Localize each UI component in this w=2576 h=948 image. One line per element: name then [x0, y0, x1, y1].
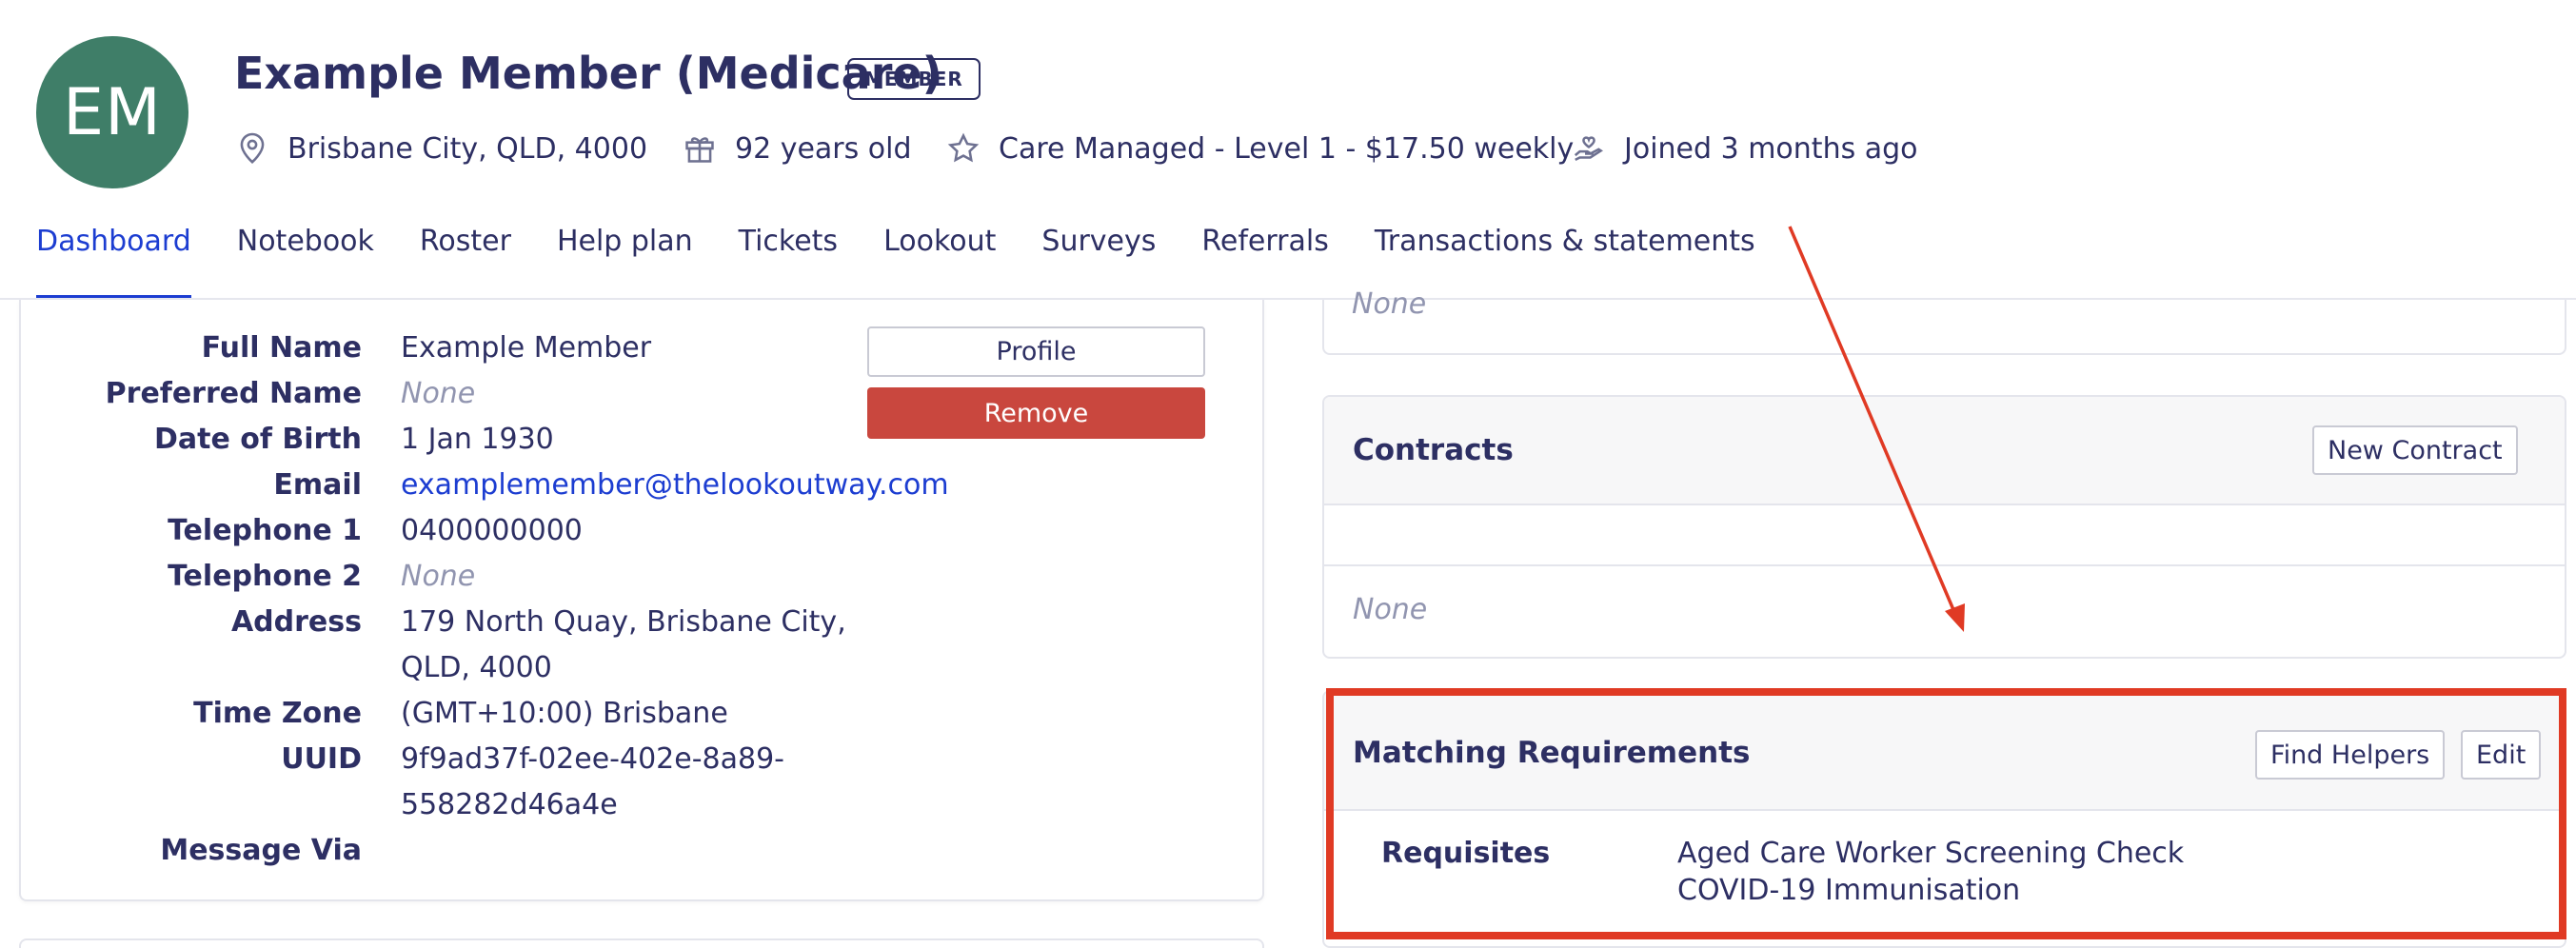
tab-tickets[interactable]: Tickets: [739, 217, 838, 299]
tab-help-plan[interactable]: Help plan: [557, 217, 693, 299]
message-via-label: Message Via: [160, 834, 362, 867]
remove-button[interactable]: Remove: [867, 387, 1205, 439]
hand-heart-icon: [1574, 136, 1603, 162]
edit-button[interactable]: Edit: [2461, 730, 2542, 780]
location-text: Brisbane City, QLD, 4000: [287, 131, 648, 166]
age-text: 92 years old: [735, 131, 912, 166]
full-name-label: Full Name: [201, 331, 362, 365]
telephone-2-value: None: [401, 560, 476, 593]
tab-dashboard[interactable]: Dashboard: [36, 217, 191, 299]
profile-button[interactable]: Profile: [867, 326, 1205, 377]
new-contract-button[interactable]: New Contract: [2312, 425, 2518, 475]
contracts-header: Contracts New Contract: [1324, 397, 2565, 505]
dob-value: 1 Jan 1930: [401, 423, 554, 456]
requisite-item: COVID-19 Immunisation: [1677, 874, 2021, 907]
next-card-edge: [19, 938, 1264, 948]
meta-age: 92 years old: [682, 128, 912, 169]
email-label: Email: [273, 468, 362, 502]
dob-label: Date of Birth: [153, 423, 362, 456]
tab-lookout[interactable]: Lookout: [883, 217, 996, 299]
joined-text: Joined 3 months ago: [1624, 131, 1918, 166]
member-badge: MEMBER: [847, 58, 981, 100]
preferred-name-label: Preferred Name: [105, 377, 362, 410]
tab-roster[interactable]: Roster: [420, 217, 511, 299]
contracts-card: Contracts New Contract None: [1322, 395, 2566, 659]
address-line-2: QLD, 4000: [401, 651, 552, 684]
tab-referrals[interactable]: Referrals: [1201, 217, 1328, 299]
full-name-value: Example Member: [401, 331, 652, 365]
requisites-label: Requisites: [1381, 837, 1551, 870]
previous-card: [1322, 300, 2566, 355]
uuid-line-2: 558282d46a4e: [401, 788, 618, 821]
uuid-label: UUID: [281, 742, 362, 776]
uuid-line-1: 9f9ad37f-02ee-402e-8a89-: [401, 742, 785, 776]
tab-surveys[interactable]: Surveys: [1041, 217, 1156, 299]
previous-card-none: None: [1352, 287, 1427, 321]
meta-location: Brisbane City, QLD, 4000: [234, 128, 647, 169]
tab-notebook[interactable]: Notebook: [237, 217, 374, 299]
meta-joined: Joined 3 months ago: [1571, 128, 1918, 169]
contracts-divider: [1324, 564, 2565, 566]
matching-title: Matching Requirements: [1353, 736, 1751, 770]
matching-requirements-card: Matching Requirements Find Helpers Edit …: [1322, 690, 2566, 948]
contracts-none: None: [1353, 593, 1428, 626]
requisite-item: Aged Care Worker Screening Check: [1677, 837, 2185, 870]
star-icon: [947, 132, 980, 163]
timezone-label: Time Zone: [193, 697, 362, 730]
avatar: EM: [36, 36, 188, 188]
telephone-2-label: Telephone 2: [168, 560, 362, 593]
tab-transactions[interactable]: Transactions & statements: [1375, 217, 1755, 299]
matching-header: Matching Requirements Find Helpers Edit: [1324, 692, 2565, 811]
gift-icon: [685, 137, 714, 163]
address-label: Address: [230, 605, 362, 639]
telephone-1-label: Telephone 1: [168, 514, 362, 547]
plan-text: Care Managed - Level 1 - $17.50 weekly: [999, 131, 1575, 166]
address-line-1: 179 North Quay, Brisbane City,: [401, 605, 846, 639]
timezone-value: (GMT+10:00) Brisbane: [401, 697, 728, 730]
contracts-title: Contracts: [1353, 433, 1514, 467]
location-pin-icon: [240, 132, 265, 164]
tab-bar: Dashboard Notebook Roster Help plan Tick…: [36, 217, 1801, 299]
meta-plan: Care Managed - Level 1 - $17.50 weekly: [945, 128, 1574, 169]
preferred-name-value: None: [401, 377, 476, 410]
telephone-1-value: 0400000000: [401, 514, 583, 547]
page-title: Example Member (Medicare): [234, 48, 942, 99]
find-helpers-button[interactable]: Find Helpers: [2255, 730, 2446, 780]
email-link[interactable]: examplemember@thelookoutway.com: [401, 468, 949, 502]
